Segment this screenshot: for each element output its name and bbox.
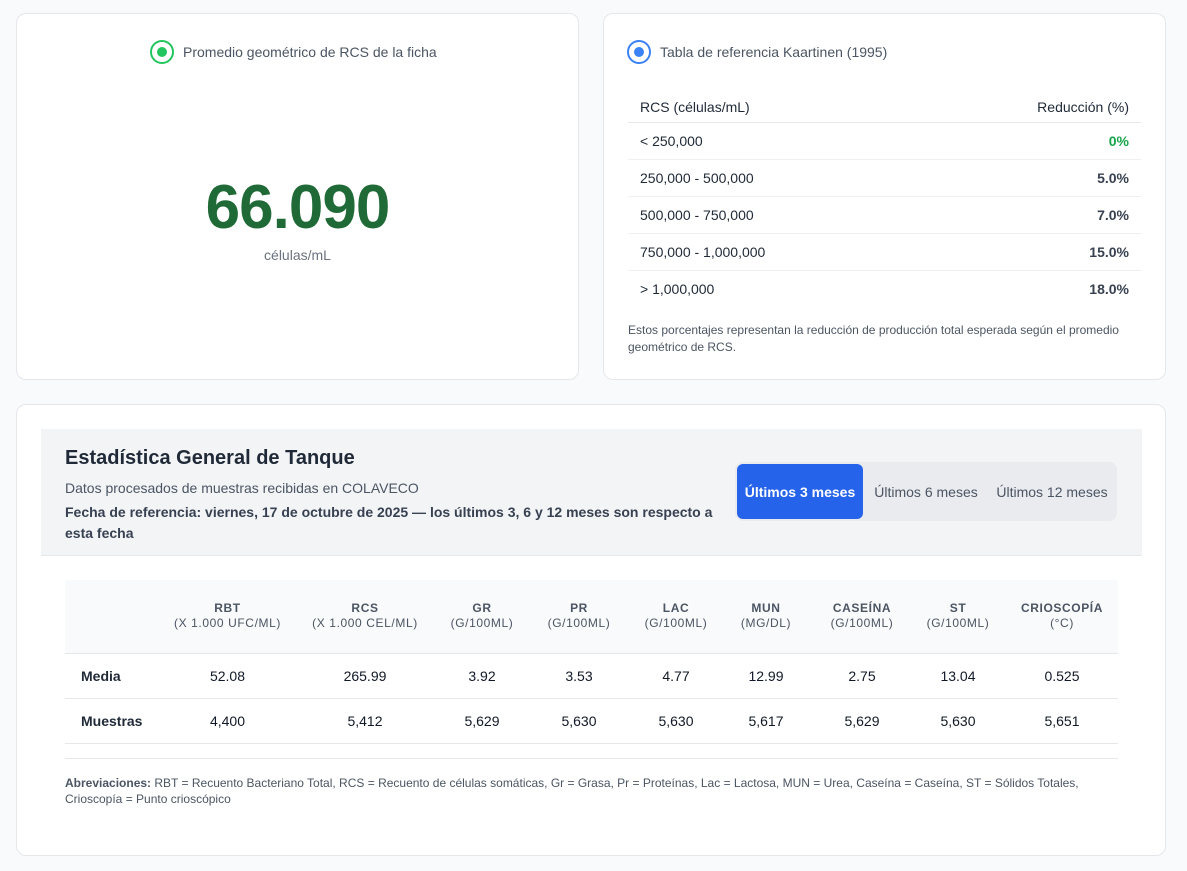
reference-reduction: 5.0%: [916, 159, 1141, 197]
reference-title: Tabla de referencia Kaartinen (1995): [660, 44, 888, 60]
reference-range: 750,000 - 1,000,000: [628, 233, 917, 271]
cell: 5,630: [524, 698, 634, 744]
table-row: Muestras 4,400 5,412 5,629 5,630 5,630 5…: [65, 698, 1118, 744]
cell: 265.99: [290, 653, 440, 699]
cell: 0.525: [1006, 653, 1118, 699]
stats-col-rcs: RCS (X 1.000 CEL/ML): [290, 580, 440, 654]
stats-col-caseina: CASEÍNA (G/100ML): [814, 580, 910, 654]
abbreviations-text: RBT = Recuento Bacteriano Total, RCS = R…: [65, 776, 1079, 806]
cell: 2.75: [814, 653, 910, 699]
cell: 5,651: [1006, 698, 1118, 744]
geo-avg-label: Promedio geométrico de RCS de la ficha: [183, 44, 437, 60]
cell: 5,630: [634, 698, 718, 744]
stats-title: Estadística General de Tanque: [65, 447, 355, 469]
cell: 3.92: [440, 653, 524, 699]
table-row: Media 52.08 265.99 3.92 3.53 4.77 12.99 …: [65, 653, 1118, 699]
geo-avg-value: 66.090: [205, 173, 391, 242]
tab-last-3-months[interactable]: Últimos 3 meses: [737, 464, 863, 519]
stats-table-header: RBT (X 1.000 UFC/ML) RCS (X 1.000 CEL/ML) …: [65, 580, 1118, 654]
reference-range: 500,000 - 750,000: [628, 196, 917, 234]
tab-last-12-months[interactable]: Últimos 12 meses: [989, 464, 1115, 519]
reference-table: RCS (células/mL) Reducción (%) < 250,000…: [628, 92, 1141, 307]
geo-avg-header: Promedio geométrico de RCS de la ficha: [150, 40, 437, 64]
reference-reduction: 7.0%: [916, 196, 1141, 234]
cell: 52.08: [165, 653, 290, 699]
cell: 5,629: [440, 698, 524, 744]
period-tabs: Últimos 3 meses Últimos 6 meses Últimos …: [735, 462, 1117, 521]
stats-col-empty: [65, 580, 165, 654]
stats-col-mun: MUN (MG/DL): [718, 580, 814, 654]
reference-row: < 250,000 0%: [628, 122, 1141, 160]
geo-avg-unit: células/mL: [264, 247, 331, 263]
reference-row: 750,000 - 1,000,000 15.0%: [628, 233, 1141, 271]
reference-row: 250,000 - 500,000 5.0%: [628, 159, 1141, 197]
reference-range: 250,000 - 500,000: [628, 159, 917, 197]
cell: 13.04: [910, 653, 1006, 699]
reference-row: 500,000 - 750,000 7.0%: [628, 196, 1141, 234]
reference-reduction: 0%: [916, 122, 1141, 160]
abbreviations-label: Abreviaciones:: [65, 776, 152, 790]
stats-col-rbt: RBT (X 1.000 UFC/ML): [165, 580, 290, 654]
cell: 12.99: [718, 653, 814, 699]
row-label: Media: [65, 653, 165, 699]
stats-col-st: ST (G/100ML): [910, 580, 1006, 654]
cell: 5,412: [290, 698, 440, 744]
abbreviations-note: Abreviaciones: RBT = Recuento Bacteriano…: [65, 758, 1118, 807]
stats-col-lac: LAC (G/100ML): [634, 580, 718, 654]
stats-table: RBT (X 1.000 UFC/ML) RCS (X 1.000 CEL/ML) …: [65, 580, 1118, 744]
reference-header: Tabla de referencia Kaartinen (1995): [627, 40, 887, 64]
reference-radio-icon[interactable]: [627, 40, 651, 64]
tab-last-6-months[interactable]: Últimos 6 meses: [863, 464, 989, 519]
geo-avg-radio-icon[interactable]: [150, 40, 174, 64]
reference-range: < 250,000: [628, 122, 917, 160]
stats-header: Estadística General de Tanque Datos proc…: [41, 429, 1142, 556]
stats-col-pr: PR (G/100ML): [524, 580, 634, 654]
cell: 5,617: [718, 698, 814, 744]
stats-subtitle: Datos procesados de muestras recibidas e…: [65, 480, 419, 496]
cell: 4,400: [165, 698, 290, 744]
stats-ref-date: Fecha de referencia: viernes, 17 de octu…: [65, 504, 713, 541]
reference-card: Tabla de referencia Kaartinen (1995) RCS…: [603, 13, 1166, 380]
stats-col-crioscopia: CRIOSCOPÍA (°C): [1006, 580, 1118, 654]
cell: 3.53: [524, 653, 634, 699]
cell: 4.77: [634, 653, 718, 699]
stats-card: Estadística General de Tanque Datos proc…: [16, 404, 1166, 856]
stats-col-gr: GR (G/100ML): [440, 580, 524, 654]
reference-row: > 1,000,000 18.0%: [628, 270, 1141, 307]
cell: 5,630: [910, 698, 1006, 744]
reference-note: Estos porcentajes representan la reducci…: [628, 323, 1119, 354]
reference-range: > 1,000,000: [640, 280, 715, 297]
reference-col-rcs: RCS (células/mL): [628, 92, 917, 123]
geo-avg-card: Promedio geométrico de RCS de la ficha 6…: [16, 13, 579, 380]
reference-col-reduction: Reducción (%): [916, 92, 1141, 123]
row-label: Muestras: [65, 698, 165, 744]
cell: 5,629: [814, 698, 910, 744]
reference-reduction: 18.0%: [1089, 280, 1129, 297]
reference-reduction: 15.0%: [916, 233, 1141, 271]
